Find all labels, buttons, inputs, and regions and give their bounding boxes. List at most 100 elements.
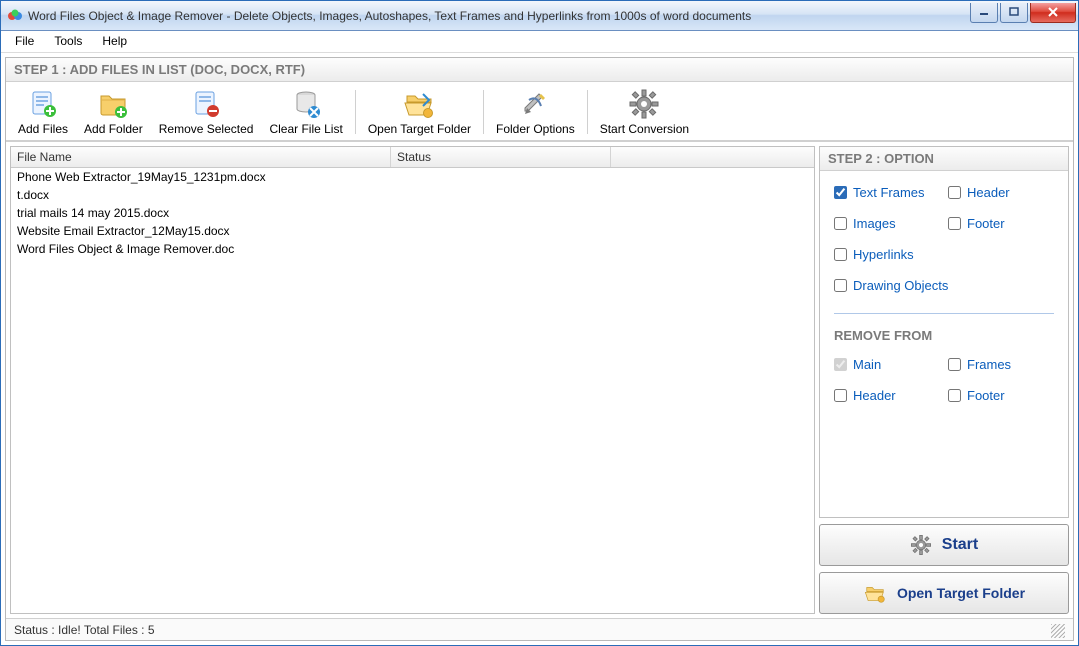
clear-list-button[interactable]: Clear File List xyxy=(261,86,350,138)
table-row[interactable]: Phone Web Extractor_19May15_1231pm.docx xyxy=(11,168,814,186)
option-box: STEP 2 : OPTION Text Frames Header xyxy=(819,146,1069,518)
toolbar-separator xyxy=(483,90,484,134)
checkbox-footer[interactable] xyxy=(948,217,961,230)
opt-drawing-objects[interactable]: Drawing Objects xyxy=(834,278,1054,293)
gear-icon xyxy=(910,534,932,556)
cell-filename: Phone Web Extractor_19May15_1231pm.docx xyxy=(11,168,391,186)
table-row[interactable]: trial mails 14 may 2015.docx xyxy=(11,204,814,222)
opt-hyperlinks-label: Hyperlinks xyxy=(853,247,914,262)
col-status[interactable]: Status xyxy=(391,147,611,167)
cell-status xyxy=(391,222,611,240)
step2-header: STEP 2 : OPTION xyxy=(820,147,1068,171)
checkbox-images[interactable] xyxy=(834,217,847,230)
start-conversion-button[interactable]: Start Conversion xyxy=(592,86,697,138)
menu-file[interactable]: File xyxy=(5,31,44,52)
cell-status xyxy=(391,204,611,222)
remove-from-header: REMOVE FROM xyxy=(834,328,1054,343)
gear-icon xyxy=(628,88,660,120)
menu-help[interactable]: Help xyxy=(92,31,137,52)
maximize-button[interactable] xyxy=(1000,3,1028,23)
cell-filename: t.docx xyxy=(11,186,391,204)
checkbox-rf-main[interactable] xyxy=(834,358,847,371)
toolbar-separator xyxy=(355,90,356,134)
start-button[interactable]: Start xyxy=(819,524,1069,566)
step1-header: STEP 1 : ADD FILES IN LIST (DOC, DOCX, R… xyxy=(6,58,1073,82)
file-list-panel: File Name Status Phone Web Extractor_19M… xyxy=(10,146,815,614)
add-folder-button[interactable]: Add Folder xyxy=(76,86,151,138)
checkbox-rf-frames[interactable] xyxy=(948,358,961,371)
opt-drawing-objects-label: Drawing Objects xyxy=(853,278,948,293)
option-divider xyxy=(834,313,1054,314)
open-target-folder-button[interactable]: Open Target Folder xyxy=(819,572,1069,614)
checkbox-rf-footer[interactable] xyxy=(948,389,961,402)
table-row[interactable]: Website Email Extractor_12May15.docx xyxy=(11,222,814,240)
title-bar: Word Files Object & Image Remover - Dele… xyxy=(1,1,1078,31)
rf-header[interactable]: Header xyxy=(834,388,940,403)
window-controls xyxy=(970,3,1076,23)
opt-images-label: Images xyxy=(853,216,896,231)
resize-grip[interactable] xyxy=(1051,624,1065,638)
opt-header[interactable]: Header xyxy=(948,185,1054,200)
start-button-label: Start xyxy=(942,536,978,554)
right-panel: STEP 2 : OPTION Text Frames Header xyxy=(819,146,1069,614)
col-filename[interactable]: File Name xyxy=(11,147,391,167)
col-extra[interactable] xyxy=(611,147,814,167)
content-frame: STEP 1 : ADD FILES IN LIST (DOC, DOCX, R… xyxy=(5,57,1074,641)
open-target-button[interactable]: Open Target Folder xyxy=(360,86,479,138)
menu-bar: File Tools Help xyxy=(1,31,1078,53)
menu-tools[interactable]: Tools xyxy=(44,31,92,52)
open-target-label: Open Target Folder xyxy=(368,122,471,136)
remove-selected-button[interactable]: Remove Selected xyxy=(151,86,262,138)
option-body: Text Frames Header Images xyxy=(820,171,1068,517)
folder-options-button[interactable]: Folder Options xyxy=(488,86,583,138)
rf-main-label: Main xyxy=(853,357,881,372)
rf-frames[interactable]: Frames xyxy=(948,357,1054,372)
table-row[interactable]: t.docx xyxy=(11,186,814,204)
status-bar: Status : Idle! Total Files : 5 xyxy=(6,618,1073,640)
window-title: Word Files Object & Image Remover - Dele… xyxy=(28,1,970,31)
checkbox-hyperlinks[interactable] xyxy=(834,248,847,261)
rf-header-label: Header xyxy=(853,388,896,403)
rf-footer[interactable]: Footer xyxy=(948,388,1054,403)
opt-footer-label: Footer xyxy=(967,216,1005,231)
grid-body[interactable]: Phone Web Extractor_19May15_1231pm.docxt… xyxy=(11,168,814,613)
folder-options-icon xyxy=(519,88,551,120)
cell-status xyxy=(391,168,611,186)
open-folder-icon xyxy=(403,88,435,120)
cell-status xyxy=(391,186,611,204)
checkbox-text-frames[interactable] xyxy=(834,186,847,199)
grid-header: File Name Status xyxy=(11,147,814,168)
cell-filename: trial mails 14 may 2015.docx xyxy=(11,204,391,222)
app-window: Word Files Object & Image Remover - Dele… xyxy=(0,0,1079,646)
rf-main[interactable]: Main xyxy=(834,357,940,372)
opt-text-frames-label: Text Frames xyxy=(853,185,925,200)
add-files-label: Add Files xyxy=(18,122,68,136)
cell-filename: Word Files Object & Image Remover.doc xyxy=(11,240,391,258)
table-row[interactable]: Word Files Object & Image Remover.doc xyxy=(11,240,814,258)
rf-frames-label: Frames xyxy=(967,357,1011,372)
minimize-button[interactable] xyxy=(970,3,998,23)
opt-text-frames[interactable]: Text Frames xyxy=(834,185,940,200)
checkbox-rf-header[interactable] xyxy=(834,389,847,402)
open-target-folder-label: Open Target Folder xyxy=(897,585,1025,601)
remove-selected-label: Remove Selected xyxy=(159,122,254,136)
opt-hyperlinks[interactable]: Hyperlinks xyxy=(834,247,1054,262)
open-folder-icon xyxy=(863,582,887,604)
add-files-button[interactable]: Add Files xyxy=(10,86,76,138)
add-files-icon xyxy=(27,88,59,120)
opt-footer[interactable]: Footer xyxy=(948,216,1054,231)
add-folder-icon xyxy=(97,88,129,120)
opt-header-label: Header xyxy=(967,185,1010,200)
clear-list-icon xyxy=(290,88,322,120)
folder-options-label: Folder Options xyxy=(496,122,575,136)
checkbox-drawing-objects[interactable] xyxy=(834,279,847,292)
start-conversion-label: Start Conversion xyxy=(600,122,689,136)
rf-footer-label: Footer xyxy=(967,388,1005,403)
opt-images[interactable]: Images xyxy=(834,216,940,231)
cell-filename: Website Email Extractor_12May15.docx xyxy=(11,222,391,240)
add-folder-label: Add Folder xyxy=(84,122,143,136)
checkbox-header[interactable] xyxy=(948,186,961,199)
close-button[interactable] xyxy=(1030,3,1076,23)
main-area: File Name Status Phone Web Extractor_19M… xyxy=(6,141,1073,618)
status-text: Status : Idle! Total Files : 5 xyxy=(14,623,155,637)
